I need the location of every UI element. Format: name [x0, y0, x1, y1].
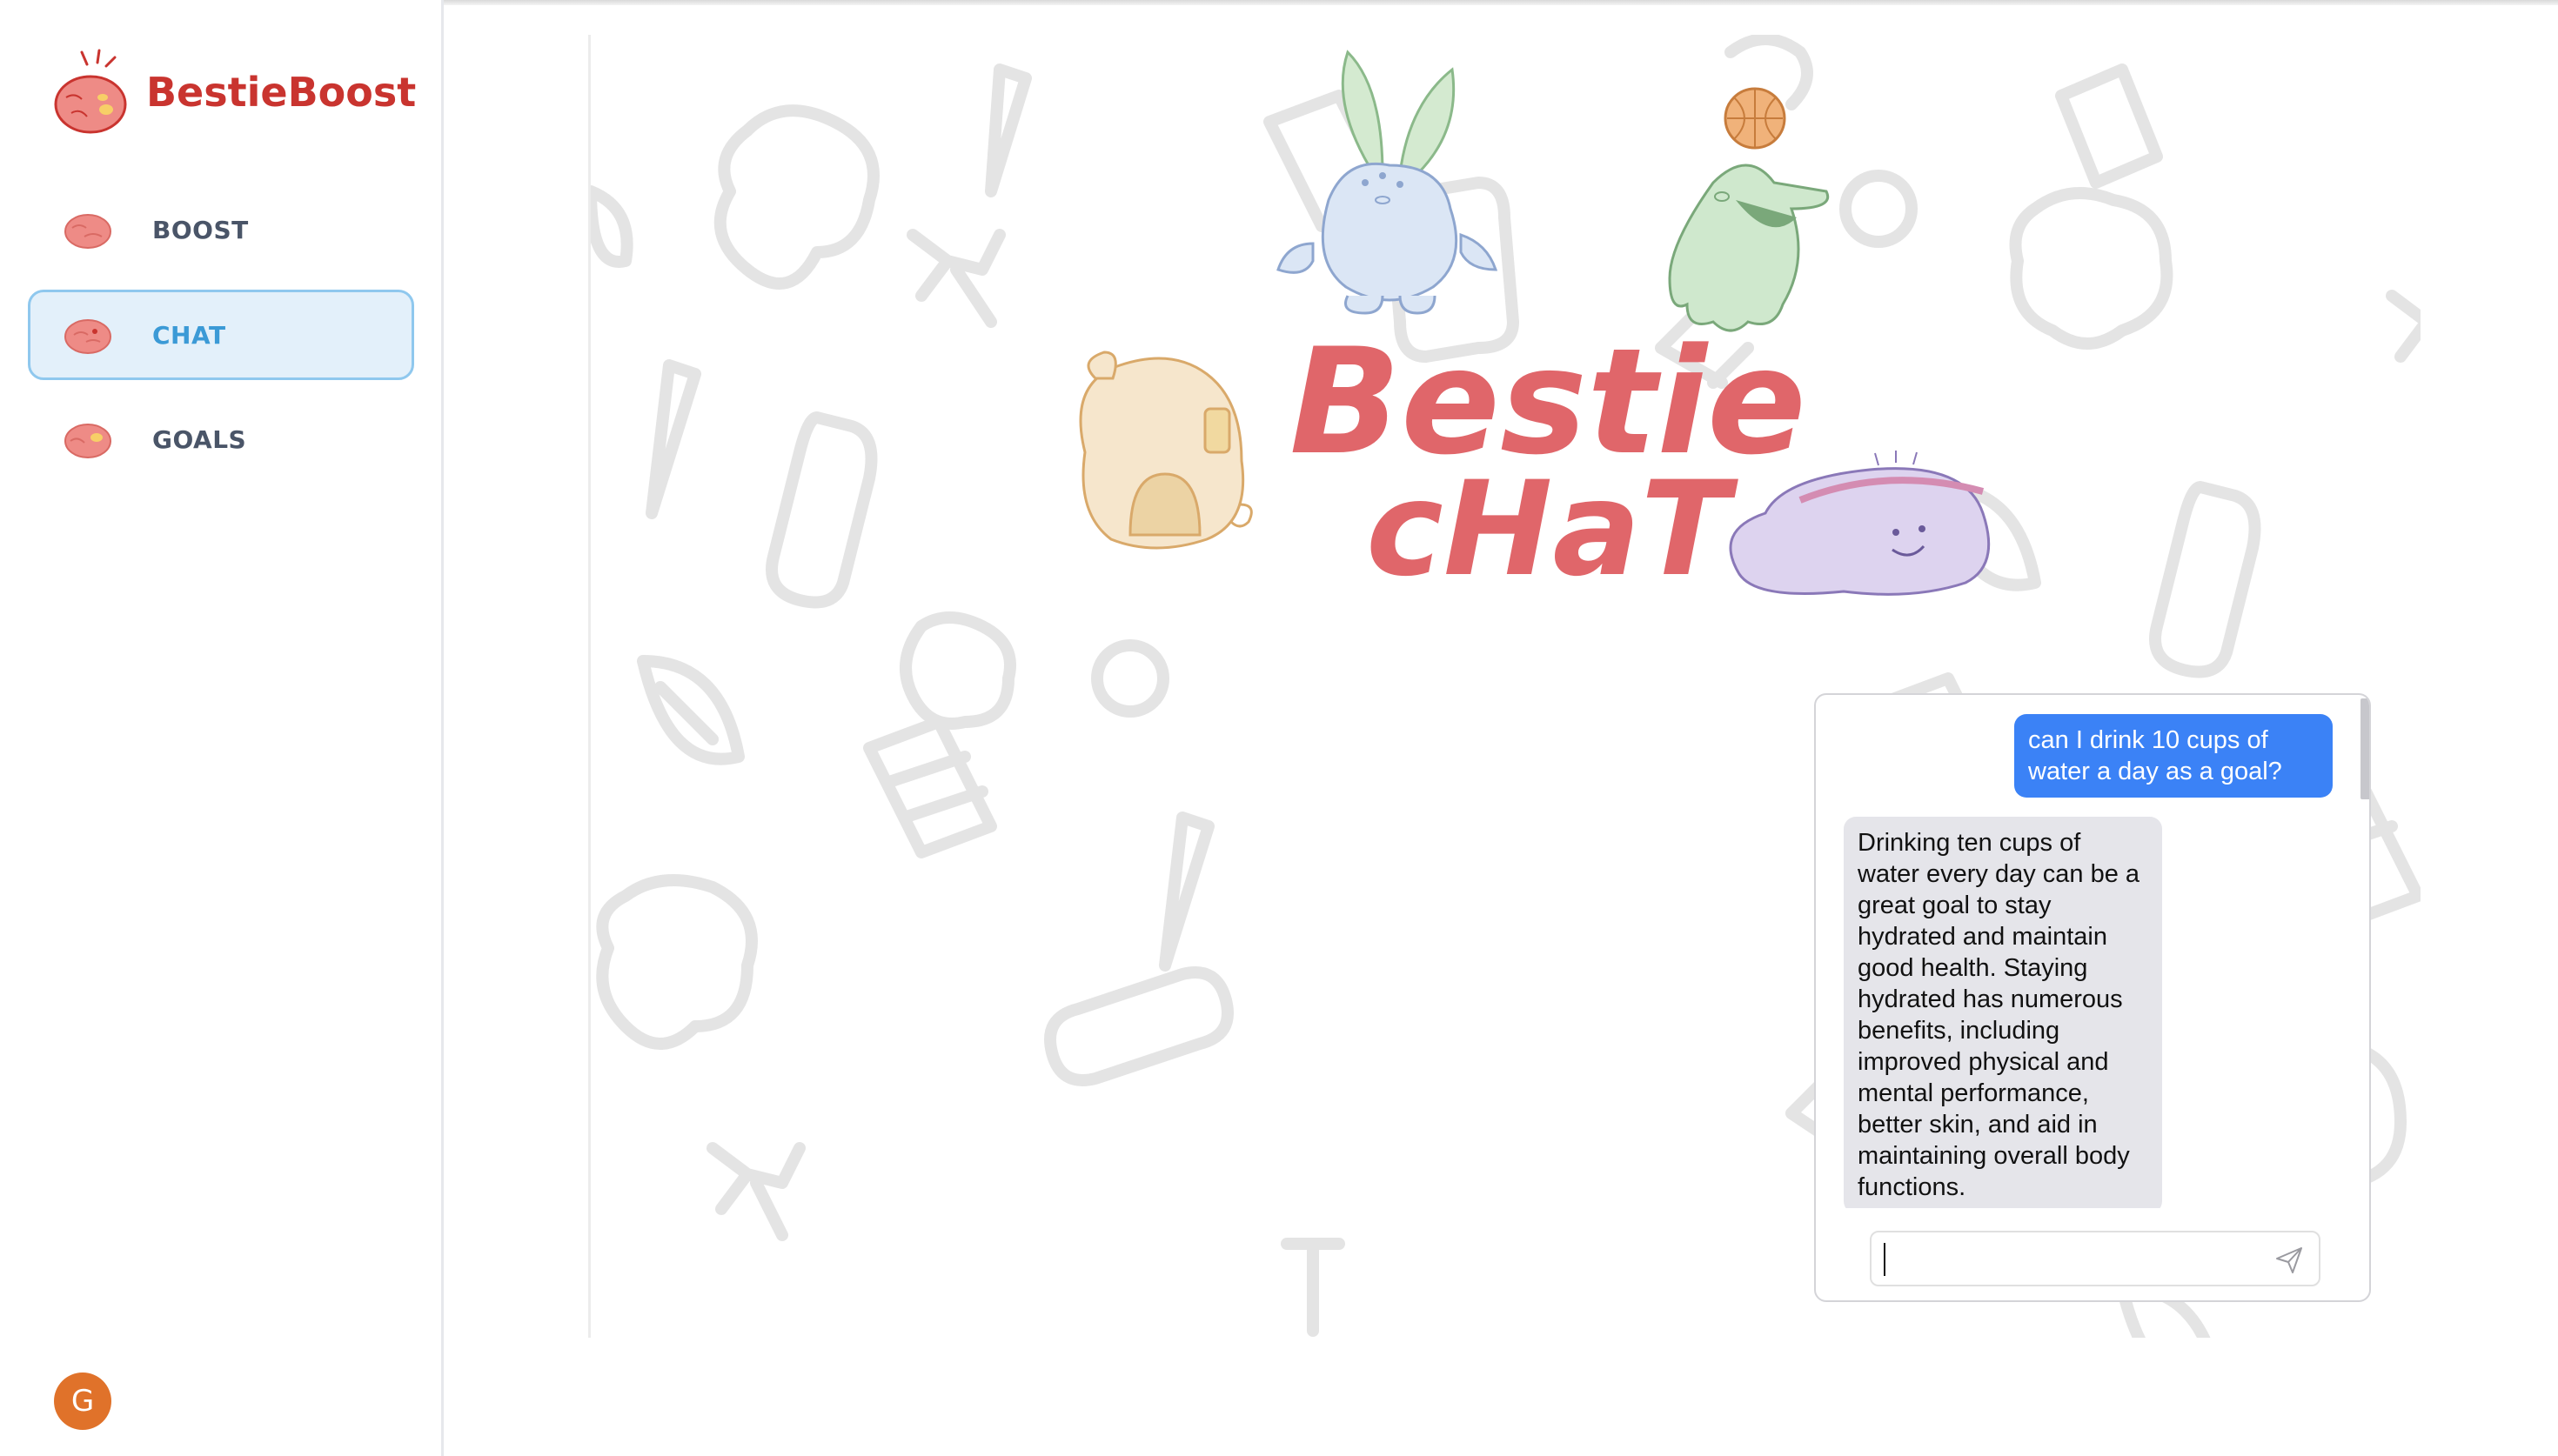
chat-message-list[interactable]: can I drink 10 cups of water a day as a … — [1816, 695, 2369, 1208]
user-avatar[interactable]: G — [54, 1373, 111, 1430]
nav-label-boost: BOOST — [152, 215, 249, 244]
sidebar: BestieBoost BOOST CHAT GOALS G — [0, 0, 444, 1456]
brain-icon — [64, 319, 111, 354]
nav-label-goals: GOALS — [152, 424, 247, 454]
bear-water-character-icon — [1079, 351, 1253, 550]
user-message-bubble: can I drink 10 cups of water a day as a … — [2014, 714, 2333, 798]
nav-item-boost[interactable]: BOOST — [28, 184, 414, 275]
send-icon[interactable] — [2273, 1245, 2305, 1276]
hero-title-line2: cHaT — [1366, 454, 1739, 605]
nav-label-chat: CHAT — [152, 320, 226, 350]
brain-icon — [64, 424, 111, 458]
chat-input-wrapper — [1870, 1231, 2320, 1286]
main-content: Bestie cHaT can I drink 10 cups of water… — [588, 35, 2421, 1338]
ghost-basketball-character-icon — [1668, 87, 1830, 332]
chat-input[interactable] — [1882, 1239, 2265, 1278]
nav-item-chat[interactable]: CHAT — [28, 290, 414, 380]
assistant-message-bubble: Drinking ten cups of water every day can… — [1844, 817, 2162, 1208]
brand[interactable]: BestieBoost — [52, 47, 416, 137]
nav-item-goals[interactable]: GOALS — [28, 394, 414, 484]
bestie-chat-hero-illustration: Bestie cHaT — [1079, 50, 1991, 605]
brain-logo-icon — [52, 47, 132, 137]
chat-panel: can I drink 10 cups of water a day as a … — [1814, 693, 2371, 1302]
brand-name: BestieBoost — [146, 69, 417, 116]
text-caret — [1884, 1243, 1885, 1276]
radish-character-icon — [1276, 50, 1498, 315]
chat-scrollbar[interactable] — [2360, 698, 2369, 799]
brain-icon — [64, 214, 111, 249]
